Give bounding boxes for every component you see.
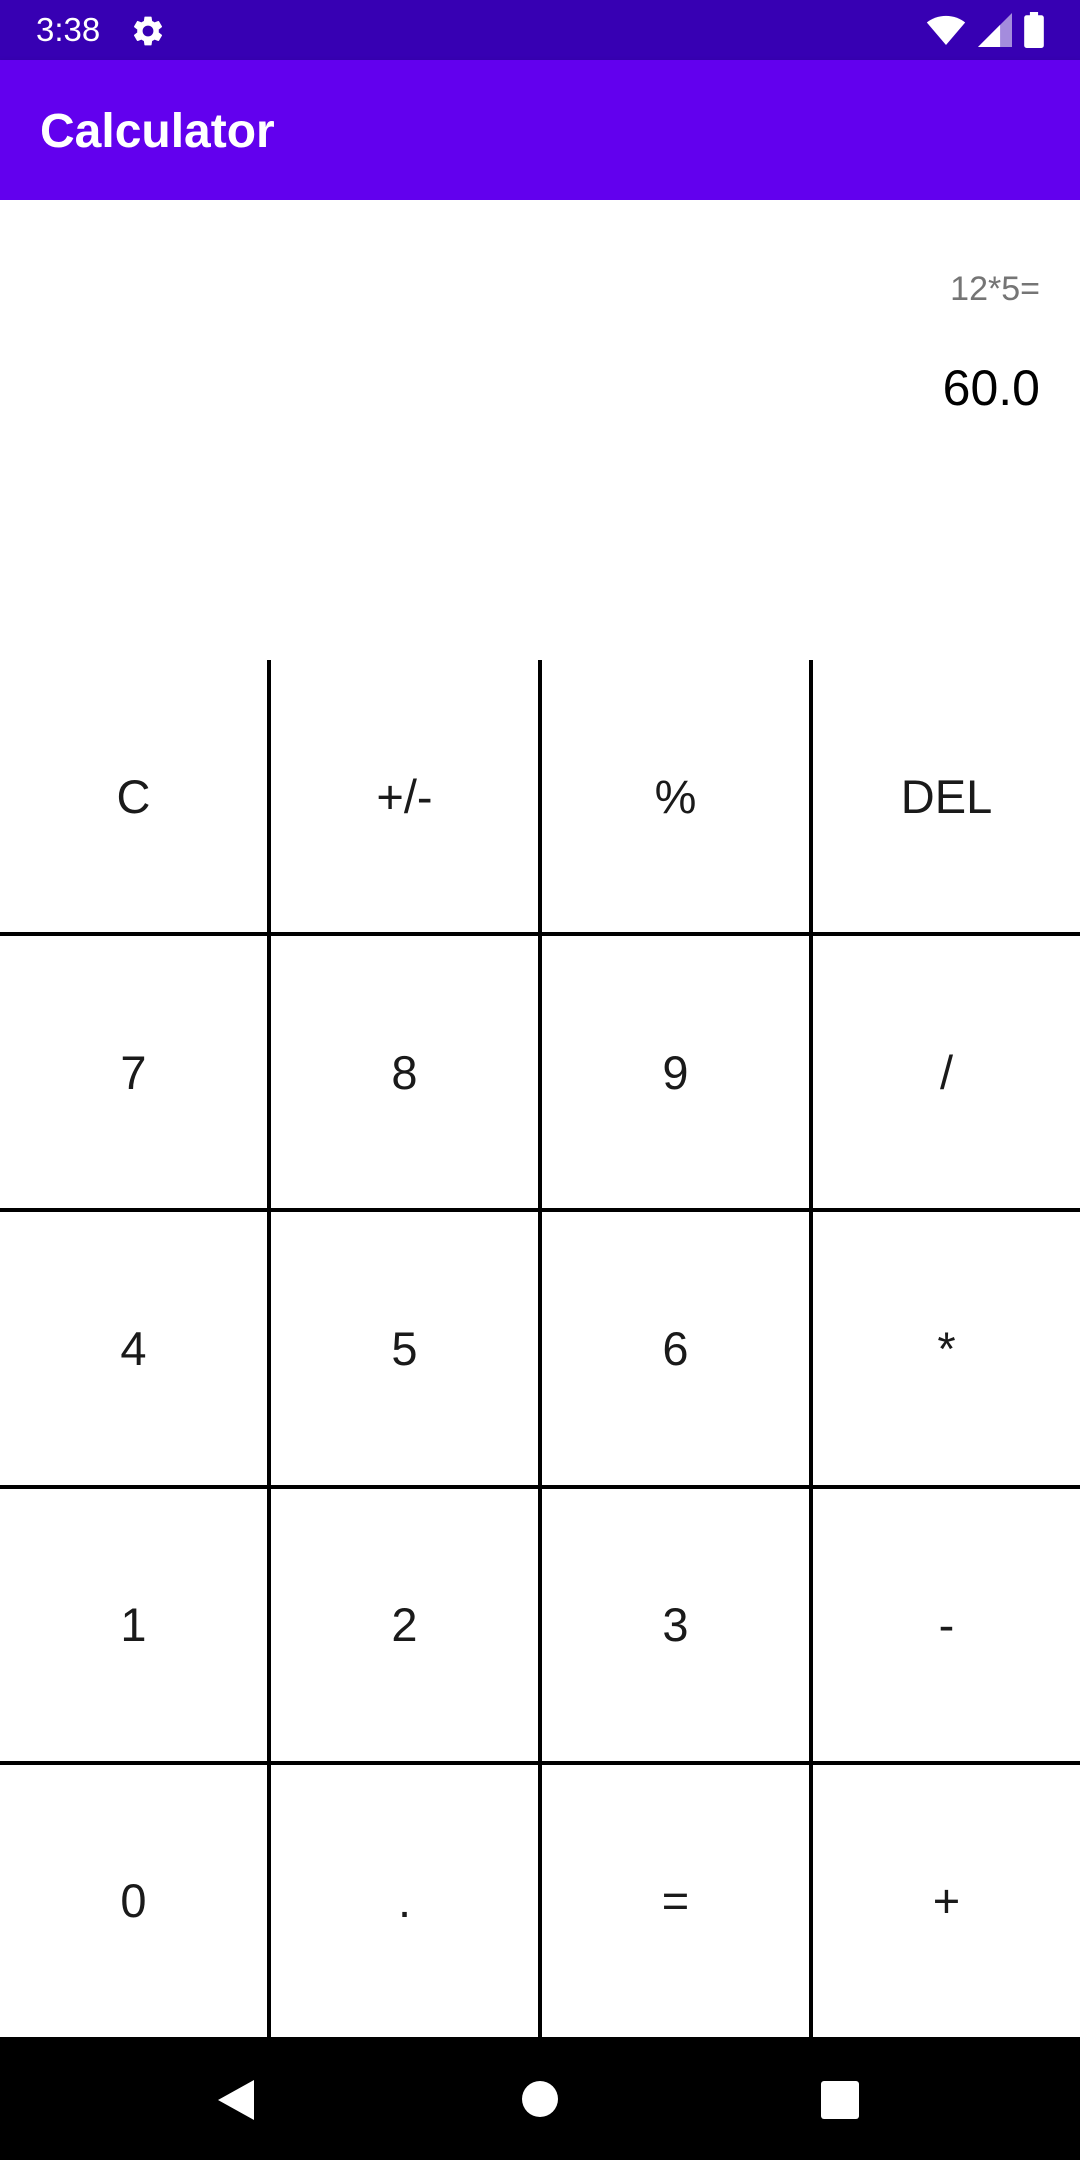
back-icon[interactable]: [218, 2080, 254, 2120]
key-0[interactable]: 0: [0, 1764, 267, 2037]
key-6[interactable]: 6: [542, 1212, 809, 1485]
gear-icon: [133, 16, 163, 46]
app-title: Calculator: [40, 105, 275, 158]
key-delete[interactable]: DEL: [813, 660, 1080, 933]
wifi-icon: [926, 15, 966, 46]
key-clear[interactable]: C: [0, 660, 267, 933]
navigation-bar: [0, 2037, 1080, 2160]
home-icon[interactable]: [522, 2081, 558, 2117]
status-bar: 3:38: [0, 0, 1080, 60]
key-1[interactable]: 1: [0, 1488, 267, 1761]
key-subtract[interactable]: -: [813, 1488, 1080, 1761]
calculator-display: [0, 200, 1080, 660]
battery-icon: [1024, 12, 1044, 48]
key-multiply[interactable]: *: [813, 1212, 1080, 1485]
key-plus-minus[interactable]: +/-: [271, 660, 538, 933]
app-bar: Calculator: [0, 60, 1080, 200]
key-8[interactable]: 8: [271, 936, 538, 1209]
key-9[interactable]: 9: [542, 936, 809, 1209]
key-equals[interactable]: =: [542, 1764, 809, 2037]
key-decimal[interactable]: .: [271, 1764, 538, 2037]
key-percent[interactable]: %: [542, 660, 809, 933]
cell-signal-icon: [978, 13, 1012, 47]
key-add[interactable]: +: [813, 1764, 1080, 2037]
status-time: 3:38: [36, 11, 101, 48]
expression-text: 12*5=: [950, 270, 1040, 308]
key-divide[interactable]: /: [813, 936, 1080, 1209]
result-text: 60.0: [942, 360, 1040, 416]
status-icons: [926, 12, 1044, 48]
key-4[interactable]: 4: [0, 1212, 267, 1485]
key-3[interactable]: 3: [542, 1488, 809, 1761]
key-5[interactable]: 5: [271, 1212, 538, 1485]
key-7[interactable]: 7: [0, 936, 267, 1209]
key-2[interactable]: 2: [271, 1488, 538, 1761]
recents-icon[interactable]: [821, 2081, 859, 2119]
keypad: C +/- % DEL 7 8 9 / 4 5 6 * 1 2 3 - 0 . …: [0, 660, 1080, 2037]
